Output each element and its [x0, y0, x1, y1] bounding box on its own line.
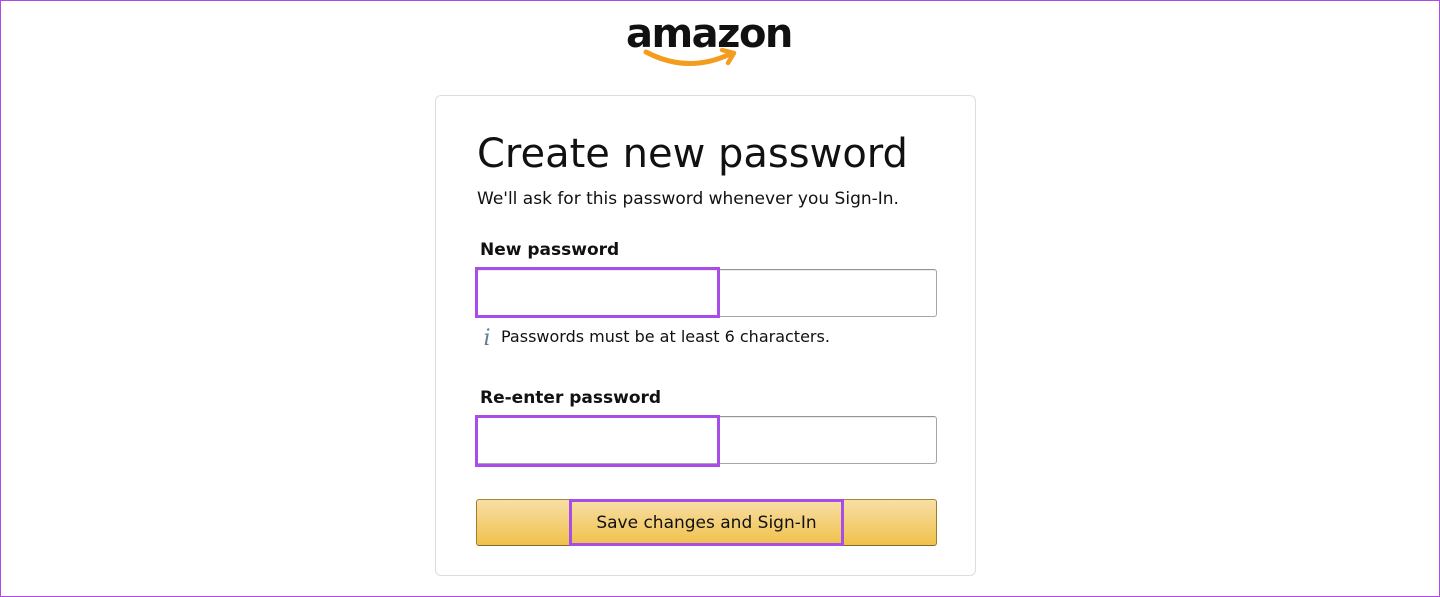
reenter-password-field[interactable] — [476, 416, 937, 464]
reenter-password-label: Re-enter password — [480, 388, 662, 408]
page-subtitle: We'll ask for this password whenever you… — [477, 189, 899, 209]
password-hint-text: Passwords must be at least 6 characters. — [501, 327, 830, 346]
password-hint: i Passwords must be at least 6 characters… — [478, 325, 830, 351]
page-title: Create new password — [477, 131, 908, 177]
new-password-label: New password — [480, 240, 620, 260]
info-icon: i — [483, 326, 491, 351]
new-password-field[interactable] — [476, 269, 937, 317]
save-changes-signin-button[interactable]: Save changes and Sign-In — [476, 499, 937, 546]
smile-arrow-icon — [643, 47, 737, 66]
amazon-logo[interactable]: amazon — [622, 8, 793, 72]
